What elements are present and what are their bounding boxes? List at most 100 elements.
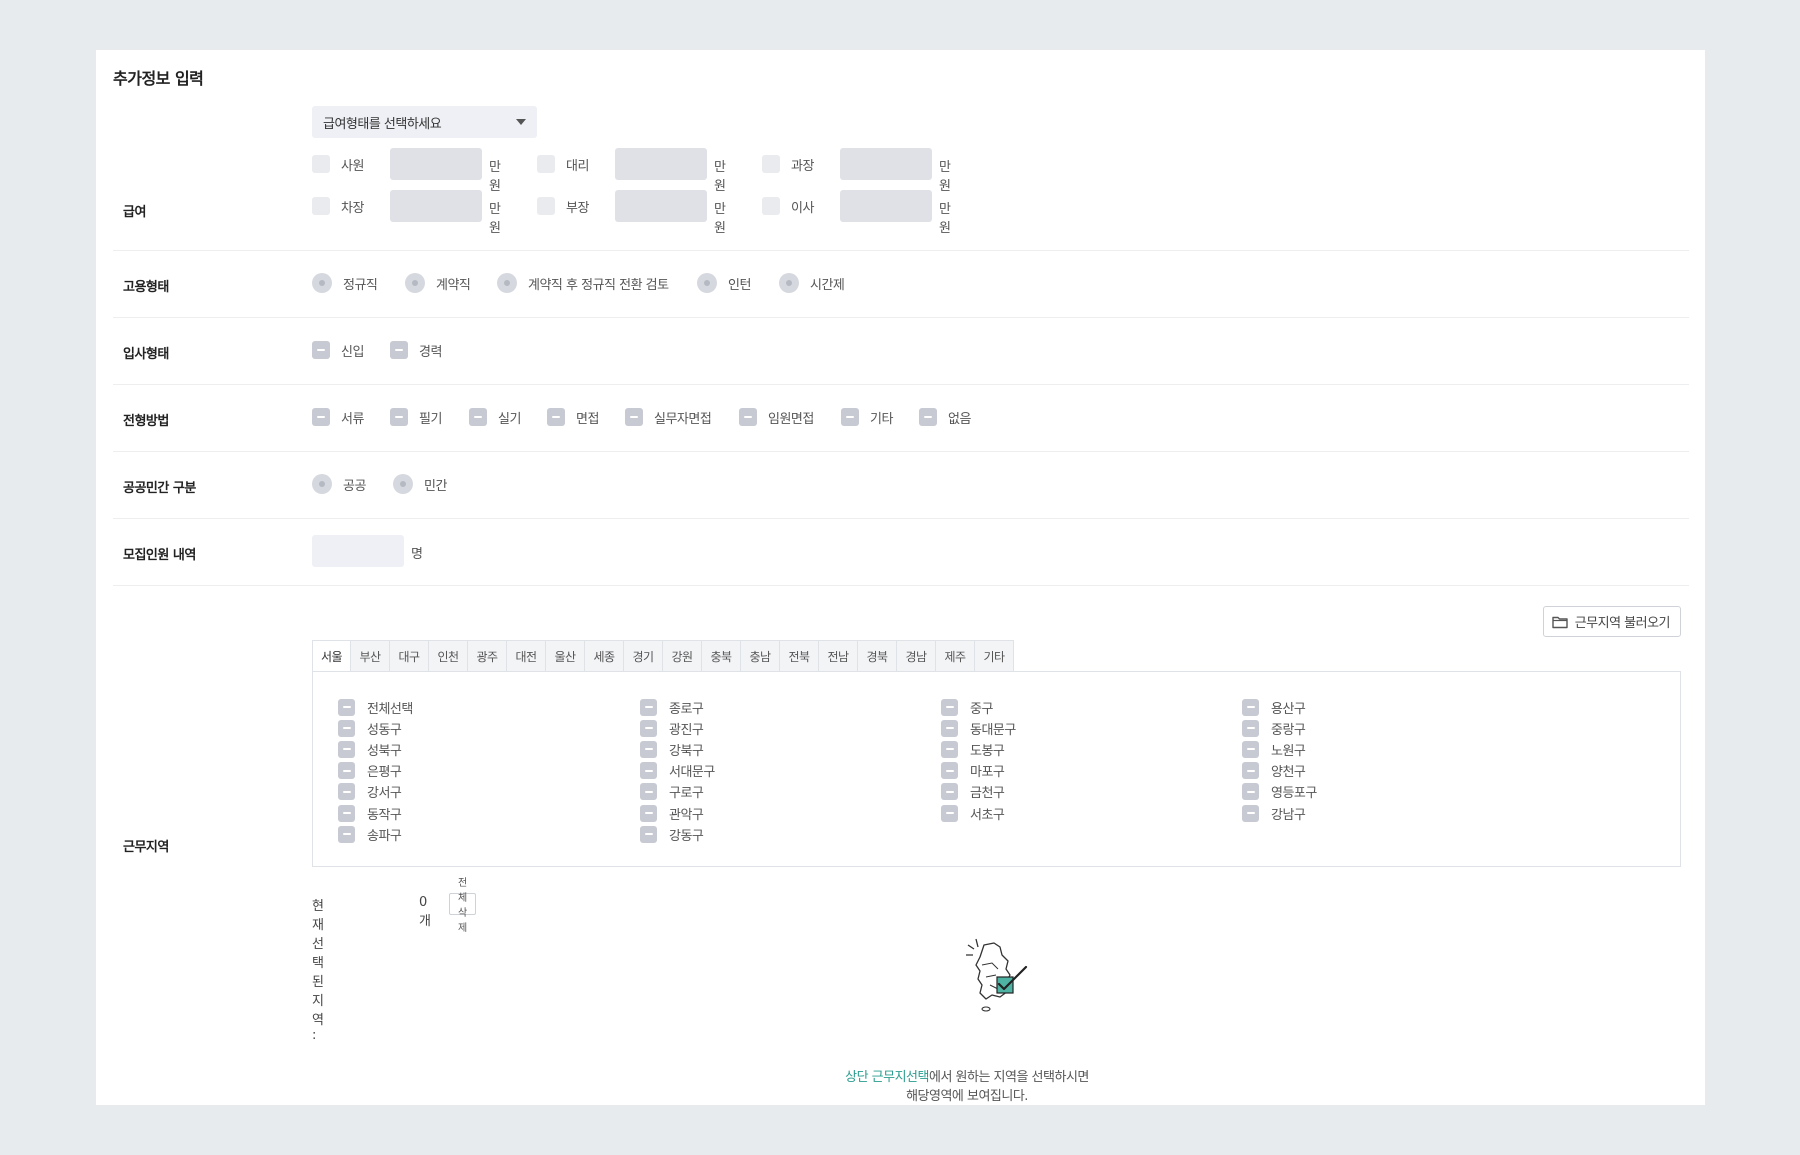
district-item[interactable]: 은평구 [338,762,402,780]
checkbox[interactable] [762,197,780,215]
salary-rank-5[interactable]: 이사 [762,196,814,216]
district-item[interactable]: 서대문구 [640,762,715,780]
salary-rank-4[interactable]: 부장 [537,196,589,216]
screening-option-0[interactable]: 서류 [312,407,364,427]
employment-option-1[interactable]: 계약직 [405,273,471,293]
hire-option-1[interactable]: 경력 [390,340,442,360]
employment-option-2[interactable]: 계약직 후 정규직 전환 검토 [497,273,669,293]
region-tab[interactable]: 인천 [429,640,468,672]
checkbox[interactable] [941,719,958,737]
district-item[interactable]: 동대문구 [941,719,1016,738]
checkbox[interactable] [640,783,657,801]
salary-amount-input-3[interactable] [390,190,482,222]
checkbox[interactable] [941,762,958,780]
region-tab[interactable]: 서울 [312,640,351,672]
region-tab[interactable]: 기타 [975,640,1014,672]
salary-amount-input-2[interactable] [840,148,932,180]
district-item[interactable]: 구로구 [640,783,704,801]
checkbox[interactable] [390,341,408,359]
salary-rank-0[interactable]: 사원 [312,154,364,174]
checkbox[interactable] [625,408,643,426]
checkbox[interactable] [338,804,355,822]
region-tab[interactable]: 강원 [663,640,702,672]
checkbox[interactable] [312,197,330,215]
checkbox[interactable] [640,804,657,822]
salary-rank-2[interactable]: 과장 [762,154,814,174]
checkbox[interactable] [338,762,355,780]
district-item[interactable]: 용산구 [1242,698,1306,717]
employment-option-0[interactable]: 정규직 [312,273,378,293]
checkbox[interactable] [941,804,958,822]
region-tab[interactable]: 경북 [858,640,897,672]
region-tab[interactable]: 대구 [390,640,429,672]
checkbox[interactable] [338,783,355,801]
employment-option-4[interactable]: 시간제 [779,273,845,293]
radio[interactable] [393,474,413,494]
district-item[interactable]: 강동구 [640,825,704,844]
salary-amount-input-1[interactable] [615,148,707,180]
checkbox[interactable] [640,762,657,780]
sector-option-0[interactable]: 공공 [312,474,366,494]
radio[interactable] [312,273,332,293]
district-item[interactable]: 송파구 [338,825,402,844]
checkbox[interactable] [312,408,330,426]
region-tab[interactable]: 경기 [624,640,663,672]
checkbox[interactable] [640,719,657,737]
district-item[interactable]: 전체선택 [338,698,413,717]
checkbox[interactable] [841,408,859,426]
region-tab[interactable]: 전북 [780,640,819,672]
district-item[interactable]: 마포구 [941,762,1005,780]
screening-option-7[interactable]: 없음 [919,407,971,427]
district-item[interactable]: 서초구 [941,804,1005,823]
checkbox[interactable] [312,341,330,359]
salary-amount-input-0[interactable] [390,148,482,180]
checkbox[interactable] [469,408,487,426]
checkbox[interactable] [941,783,958,801]
checkbox[interactable] [941,698,958,716]
district-item[interactable]: 영등포구 [1242,783,1317,801]
salary-amount-input-5[interactable] [840,190,932,222]
checkbox[interactable] [1242,740,1259,758]
salary-rank-1[interactable]: 대리 [537,154,589,174]
checkbox[interactable] [312,155,330,173]
checkbox[interactable] [640,825,657,843]
region-tab[interactable]: 충북 [702,640,741,672]
district-item[interactable]: 노원구 [1242,740,1306,759]
checkbox[interactable] [338,698,355,716]
district-item[interactable]: 양천구 [1242,762,1306,780]
checkbox[interactable] [919,408,937,426]
region-tab[interactable]: 세종 [585,640,624,672]
salary-rank-3[interactable]: 차장 [312,196,364,216]
region-tab[interactable]: 대전 [507,640,546,672]
checkbox[interactable] [1242,762,1259,780]
district-item[interactable]: 성북구 [338,740,402,759]
employment-option-3[interactable]: 인턴 [697,273,751,293]
salary-type-select[interactable]: 급여형태를 선택하세요 [312,106,537,138]
checkbox[interactable] [640,698,657,716]
screening-option-4[interactable]: 실무자면접 [625,407,712,427]
radio[interactable] [312,474,332,494]
district-item[interactable]: 중구 [941,698,993,717]
screening-option-5[interactable]: 임원면접 [739,407,814,427]
screening-option-6[interactable]: 기타 [841,407,893,427]
screening-option-1[interactable]: 필기 [390,407,442,427]
checkbox[interactable] [390,408,408,426]
district-item[interactable]: 강북구 [640,740,704,759]
checkbox[interactable] [1242,804,1259,822]
recruit-count-input[interactable] [312,535,404,567]
hire-option-0[interactable]: 신입 [312,340,364,360]
region-tab[interactable]: 광주 [468,640,507,672]
checkbox[interactable] [941,740,958,758]
clear-all-button[interactable]: 전체 삭제 [449,878,477,934]
checkbox[interactable] [338,825,355,843]
district-item[interactable]: 동작구 [338,804,402,823]
region-tab[interactable]: 전남 [819,640,858,672]
checkbox[interactable] [537,155,555,173]
radio[interactable] [405,273,425,293]
region-tab[interactable]: 경남 [897,640,936,672]
region-tab[interactable]: 충남 [741,640,780,672]
checkbox[interactable] [1242,719,1259,737]
checkbox[interactable] [739,408,757,426]
district-item[interactable]: 종로구 [640,698,704,717]
district-item[interactable]: 도봉구 [941,740,1005,759]
